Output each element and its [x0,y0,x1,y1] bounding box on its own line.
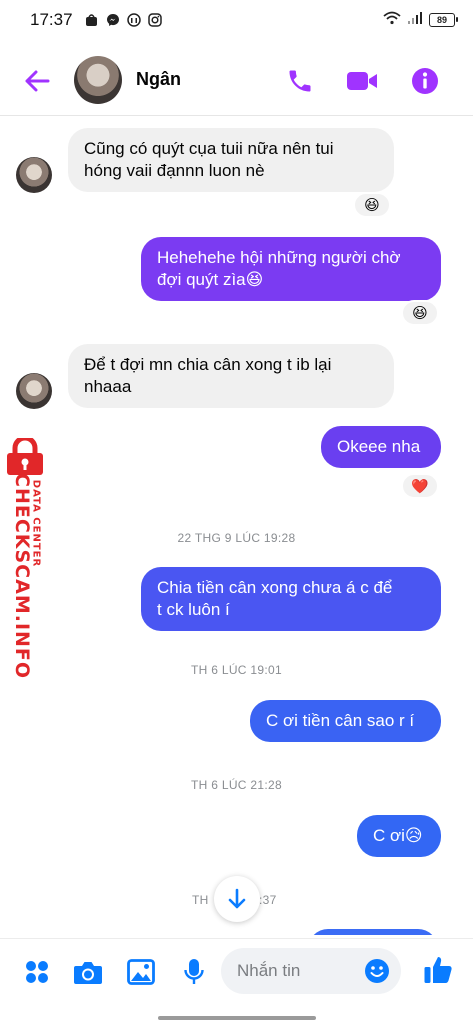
status-system-icons: 89 [383,11,458,30]
composer-bar [0,938,473,1004]
info-icon [412,68,438,94]
conversation-header: Ngân [0,44,473,116]
message-bubble-incoming[interactable]: Để t đợi mn chia cân xong t ib lại nhaaa [68,344,394,408]
message-timestamp: TH 6 LÚC 21:28 [191,778,282,792]
more-actions-button[interactable] [22,957,52,987]
message-reaction[interactable]: 😆 [401,300,439,326]
four-dots-icon [26,961,48,983]
battery-icon: 89 [429,13,458,27]
voice-call-button[interactable] [283,64,317,98]
signal-icon [407,11,423,30]
message-bubble-outgoing[interactable]: Okeee nha [321,426,441,468]
message-bubble-outgoing[interactable]: Hehehehe hội những người chờ đợi quýt zì… [141,237,441,301]
message-timestamp: :37 [259,893,277,907]
scroll-to-bottom-button[interactable] [214,876,260,922]
message-reaction[interactable]: ❤️ [401,473,439,499]
microphone-icon [184,959,204,984]
back-button[interactable] [22,66,52,96]
sender-avatar[interactable] [16,373,52,409]
messenger-icon [106,13,120,27]
message-bubble-outgoing[interactable]: C ơi😥 [357,815,441,857]
gallery-button[interactable] [126,957,156,987]
image-icon [127,959,155,985]
video-call-button[interactable] [345,64,379,98]
message-reaction[interactable]: 😆 [353,192,391,218]
shopee-icon [85,13,99,27]
battery-level: 89 [436,15,447,25]
camera-button[interactable] [73,957,103,987]
message-bubble-outgoing[interactable]: C ơi tiền cân sao r í [250,700,441,742]
thumbs-up-icon [424,957,452,983]
home-indicator[interactable] [158,1016,316,1020]
video-camera-icon [347,72,377,90]
message-timestamp: 22 THG 9 LÚC 19:28 [177,531,296,545]
smiley-icon [365,959,389,983]
watermark: DATA CENTER CHECKSCAM.INFO [0,438,50,679]
camera-icon [74,962,102,984]
message-bubble-outgoing-partial[interactable] [308,929,438,935]
podcast-icon [126,13,141,27]
phone-icon [289,70,311,92]
back-arrow-icon [25,70,50,92]
arrow-down-icon [228,888,246,909]
status-bar: 17:37 89 [0,0,473,40]
sender-avatar[interactable] [16,157,52,193]
contact-avatar[interactable] [74,56,122,104]
like-button[interactable] [423,955,453,985]
status-notification-icons [85,13,162,27]
info-button[interactable] [408,64,442,98]
watermark-title: CHECKSCAM.INFO [11,473,33,680]
voice-message-button[interactable] [179,957,209,987]
message-bubble-incoming[interactable]: Cũng có quýt cụa tuii nữa nên tui hóng v… [68,128,394,192]
message-list[interactable]: Cũng có quýt cụa tuii nữa nên tui hóng v… [0,117,473,935]
status-time: 17:37 [30,10,73,29]
instagram-icon [147,13,162,27]
message-timestamp: TH [192,893,209,907]
emoji-button[interactable] [364,958,390,984]
message-bubble-outgoing[interactable]: Chia tiền cân xong chưa á c để t ck luôn… [141,567,441,631]
message-timestamp: TH 6 LÚC 19:01 [191,663,282,677]
wifi-icon [383,11,401,30]
contact-name[interactable]: Ngân [136,69,181,90]
